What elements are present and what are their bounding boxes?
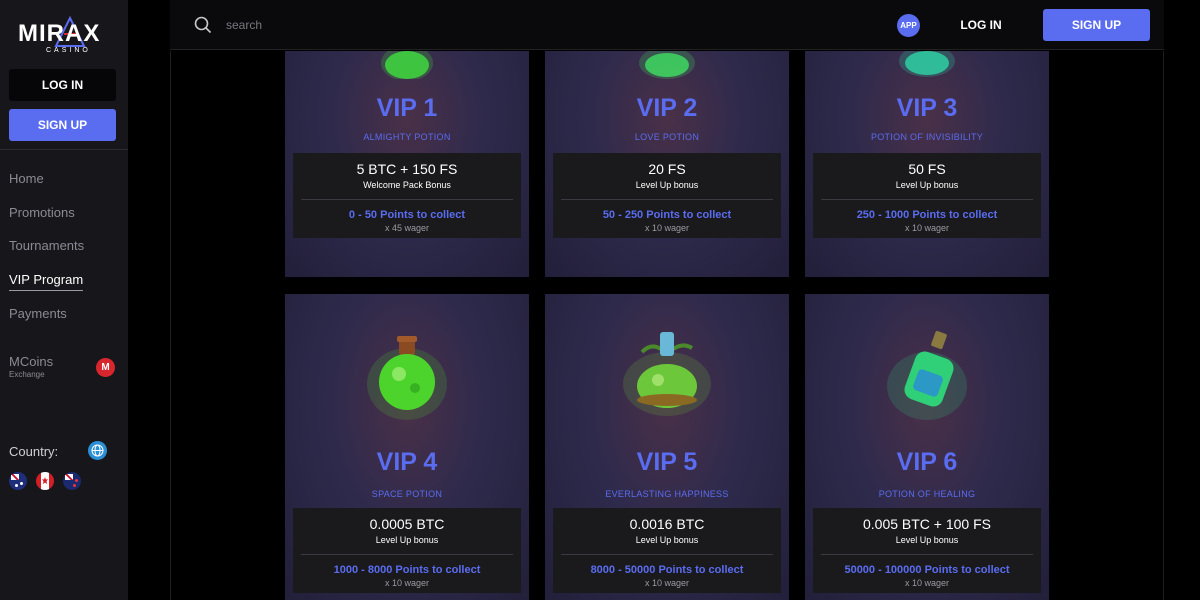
app-button[interactable]: APP	[897, 14, 920, 37]
vip-card-6: VIP 6 POTION OF HEALING 0.005 BTC + 100 …	[805, 294, 1049, 600]
points-range: 1000 - 8000 Points to collect	[333, 564, 481, 576]
vip-potion-name: EVERLASTING HAPPINESS	[605, 489, 729, 499]
potion-icon	[623, 332, 711, 416]
vip-program-content: VIP 1 ALMIGHTY POTION 5 BTC + 150 FS Wel…	[170, 51, 1164, 600]
top-bar: APP LOG IN SIGN UP	[170, 0, 1164, 50]
potion-icon	[887, 330, 967, 420]
vip-title: VIP 3	[896, 94, 958, 122]
points-range: 0 - 50 Points to collect	[348, 209, 466, 221]
vip-title: VIP 2	[636, 94, 698, 122]
points-range: 8000 - 50000 Points to collect	[590, 564, 744, 576]
wager-requirement: x 10 wager	[384, 578, 430, 588]
box-divider	[561, 554, 773, 555]
vip-info-box: 0.0005 BTC Level Up bonus 1000 - 8000 Po…	[293, 508, 521, 593]
logo-subtext: CASINO	[46, 47, 91, 54]
box-divider	[821, 554, 1033, 555]
bonus-label: Level Up bonus	[635, 180, 699, 190]
vip-info-box: 0.005 BTC + 100 FS Level Up bonus 50000 …	[813, 508, 1041, 593]
vip-card-4: VIP 4 SPACE POTION 0.0005 BTC Level Up b…	[285, 294, 529, 600]
points-range: 50000 - 100000 Points to collect	[844, 564, 1010, 576]
box-divider	[301, 199, 513, 200]
vip-card-2: VIP 2 LOVE POTION 20 FS Level Up bonus 5…	[545, 51, 789, 277]
sidebar: MIRAX CASINO LOG IN SIGN UP Home Promoti…	[0, 0, 128, 600]
bonus-label: Level Up bonus	[895, 180, 959, 190]
box-divider	[301, 554, 513, 555]
bonus-value: 0.0016 BTC	[629, 516, 705, 532]
country-label: Country:	[9, 444, 59, 459]
sidebar-item-home[interactable]: Home	[9, 171, 44, 186]
box-divider	[821, 199, 1033, 200]
wager-requirement: x 10 wager	[904, 223, 950, 233]
vip-info-box: 50 FS Level Up bonus 250 - 1000 Points t…	[813, 153, 1041, 238]
vip-info-box: 20 FS Level Up bonus 50 - 250 Points to …	[553, 153, 781, 238]
bonus-value: 20 FS	[648, 161, 686, 177]
bonus-value: 5 BTC + 150 FS	[356, 161, 458, 177]
wager-requirement: x 45 wager	[384, 223, 430, 233]
vip-title: VIP 1	[376, 94, 438, 122]
sidebar-divider	[0, 149, 128, 150]
vip-title: VIP 4	[376, 448, 438, 476]
potion-icon	[367, 336, 447, 420]
bonus-label: Level Up bonus	[375, 535, 439, 545]
vip-title: VIP 5	[636, 448, 698, 476]
mcoins-label[interactable]: MCoins	[9, 354, 53, 369]
wager-requirement: x 10 wager	[644, 223, 690, 233]
mcoins-sublabel: Exchange	[9, 370, 45, 379]
sidebar-item-tournaments[interactable]: Tournaments	[9, 238, 84, 253]
bonus-label: Level Up bonus	[635, 535, 699, 545]
globe-icon[interactable]	[88, 441, 107, 460]
vip-card-3: VIP 3 POTION OF INVISIBILITY 50 FS Level…	[805, 51, 1049, 277]
wager-requirement: x 10 wager	[904, 578, 950, 588]
vip-potion-name: POTION OF HEALING	[878, 489, 976, 499]
login-button[interactable]: LOG IN	[946, 9, 1016, 40]
box-divider	[561, 199, 773, 200]
mcoin-icon[interactable]: M	[96, 358, 115, 377]
sidebar-item-payments[interactable]: Payments	[9, 306, 67, 321]
sidebar-login-button[interactable]: LOG IN	[9, 69, 116, 101]
vip-info-box: 0.0016 BTC Level Up bonus 8000 - 50000 P…	[553, 508, 781, 593]
points-range: 250 - 1000 Points to collect	[856, 209, 998, 221]
bonus-label: Level Up bonus	[895, 535, 959, 545]
potion-icon	[899, 51, 955, 77]
signup-button[interactable]: SIGN UP	[1043, 9, 1150, 41]
vip-card-5: VIP 5 EVERLASTING HAPPINESS 0.0016 BTC L…	[545, 294, 789, 600]
sidebar-item-vip-program[interactable]: VIP Program	[9, 272, 84, 291]
potion-icon	[639, 51, 695, 79]
new-zealand-flag-icon[interactable]	[63, 472, 81, 490]
vip-info-box: 5 BTC + 150 FS Welcome Pack Bonus 0 - 50…	[293, 153, 521, 238]
bonus-value: 0.005 BTC + 100 FS	[862, 516, 992, 532]
vip-potion-name: LOVE POTION	[634, 132, 700, 142]
logo-text: MIRAX	[18, 20, 101, 47]
vip-potion-name: SPACE POTION	[371, 489, 443, 499]
vip-potion-name: POTION OF INVISIBILITY	[870, 132, 984, 142]
wager-requirement: x 10 wager	[644, 578, 690, 588]
bonus-value: 50 FS	[908, 161, 946, 177]
bonus-label: Welcome Pack Bonus	[363, 180, 451, 190]
search-input[interactable]	[226, 14, 526, 36]
search-icon[interactable]	[194, 16, 212, 34]
sidebar-signup-button[interactable]: SIGN UP	[9, 109, 116, 141]
vip-card-1: VIP 1 ALMIGHTY POTION 5 BTC + 150 FS Wel…	[285, 51, 529, 277]
canada-flag-icon[interactable]	[36, 472, 54, 490]
vip-title: VIP 6	[896, 448, 958, 476]
bonus-value: 0.0005 BTC	[369, 516, 445, 532]
mirax-logo[interactable]: MIRAX CASINO	[18, 16, 108, 58]
sidebar-item-promotions[interactable]: Promotions	[9, 205, 75, 220]
points-range: 50 - 250 Points to collect	[602, 209, 732, 221]
australia-flag-icon[interactable]	[9, 472, 27, 490]
potion-icon	[381, 51, 433, 79]
vip-potion-name: ALMIGHTY POTION	[363, 132, 451, 142]
